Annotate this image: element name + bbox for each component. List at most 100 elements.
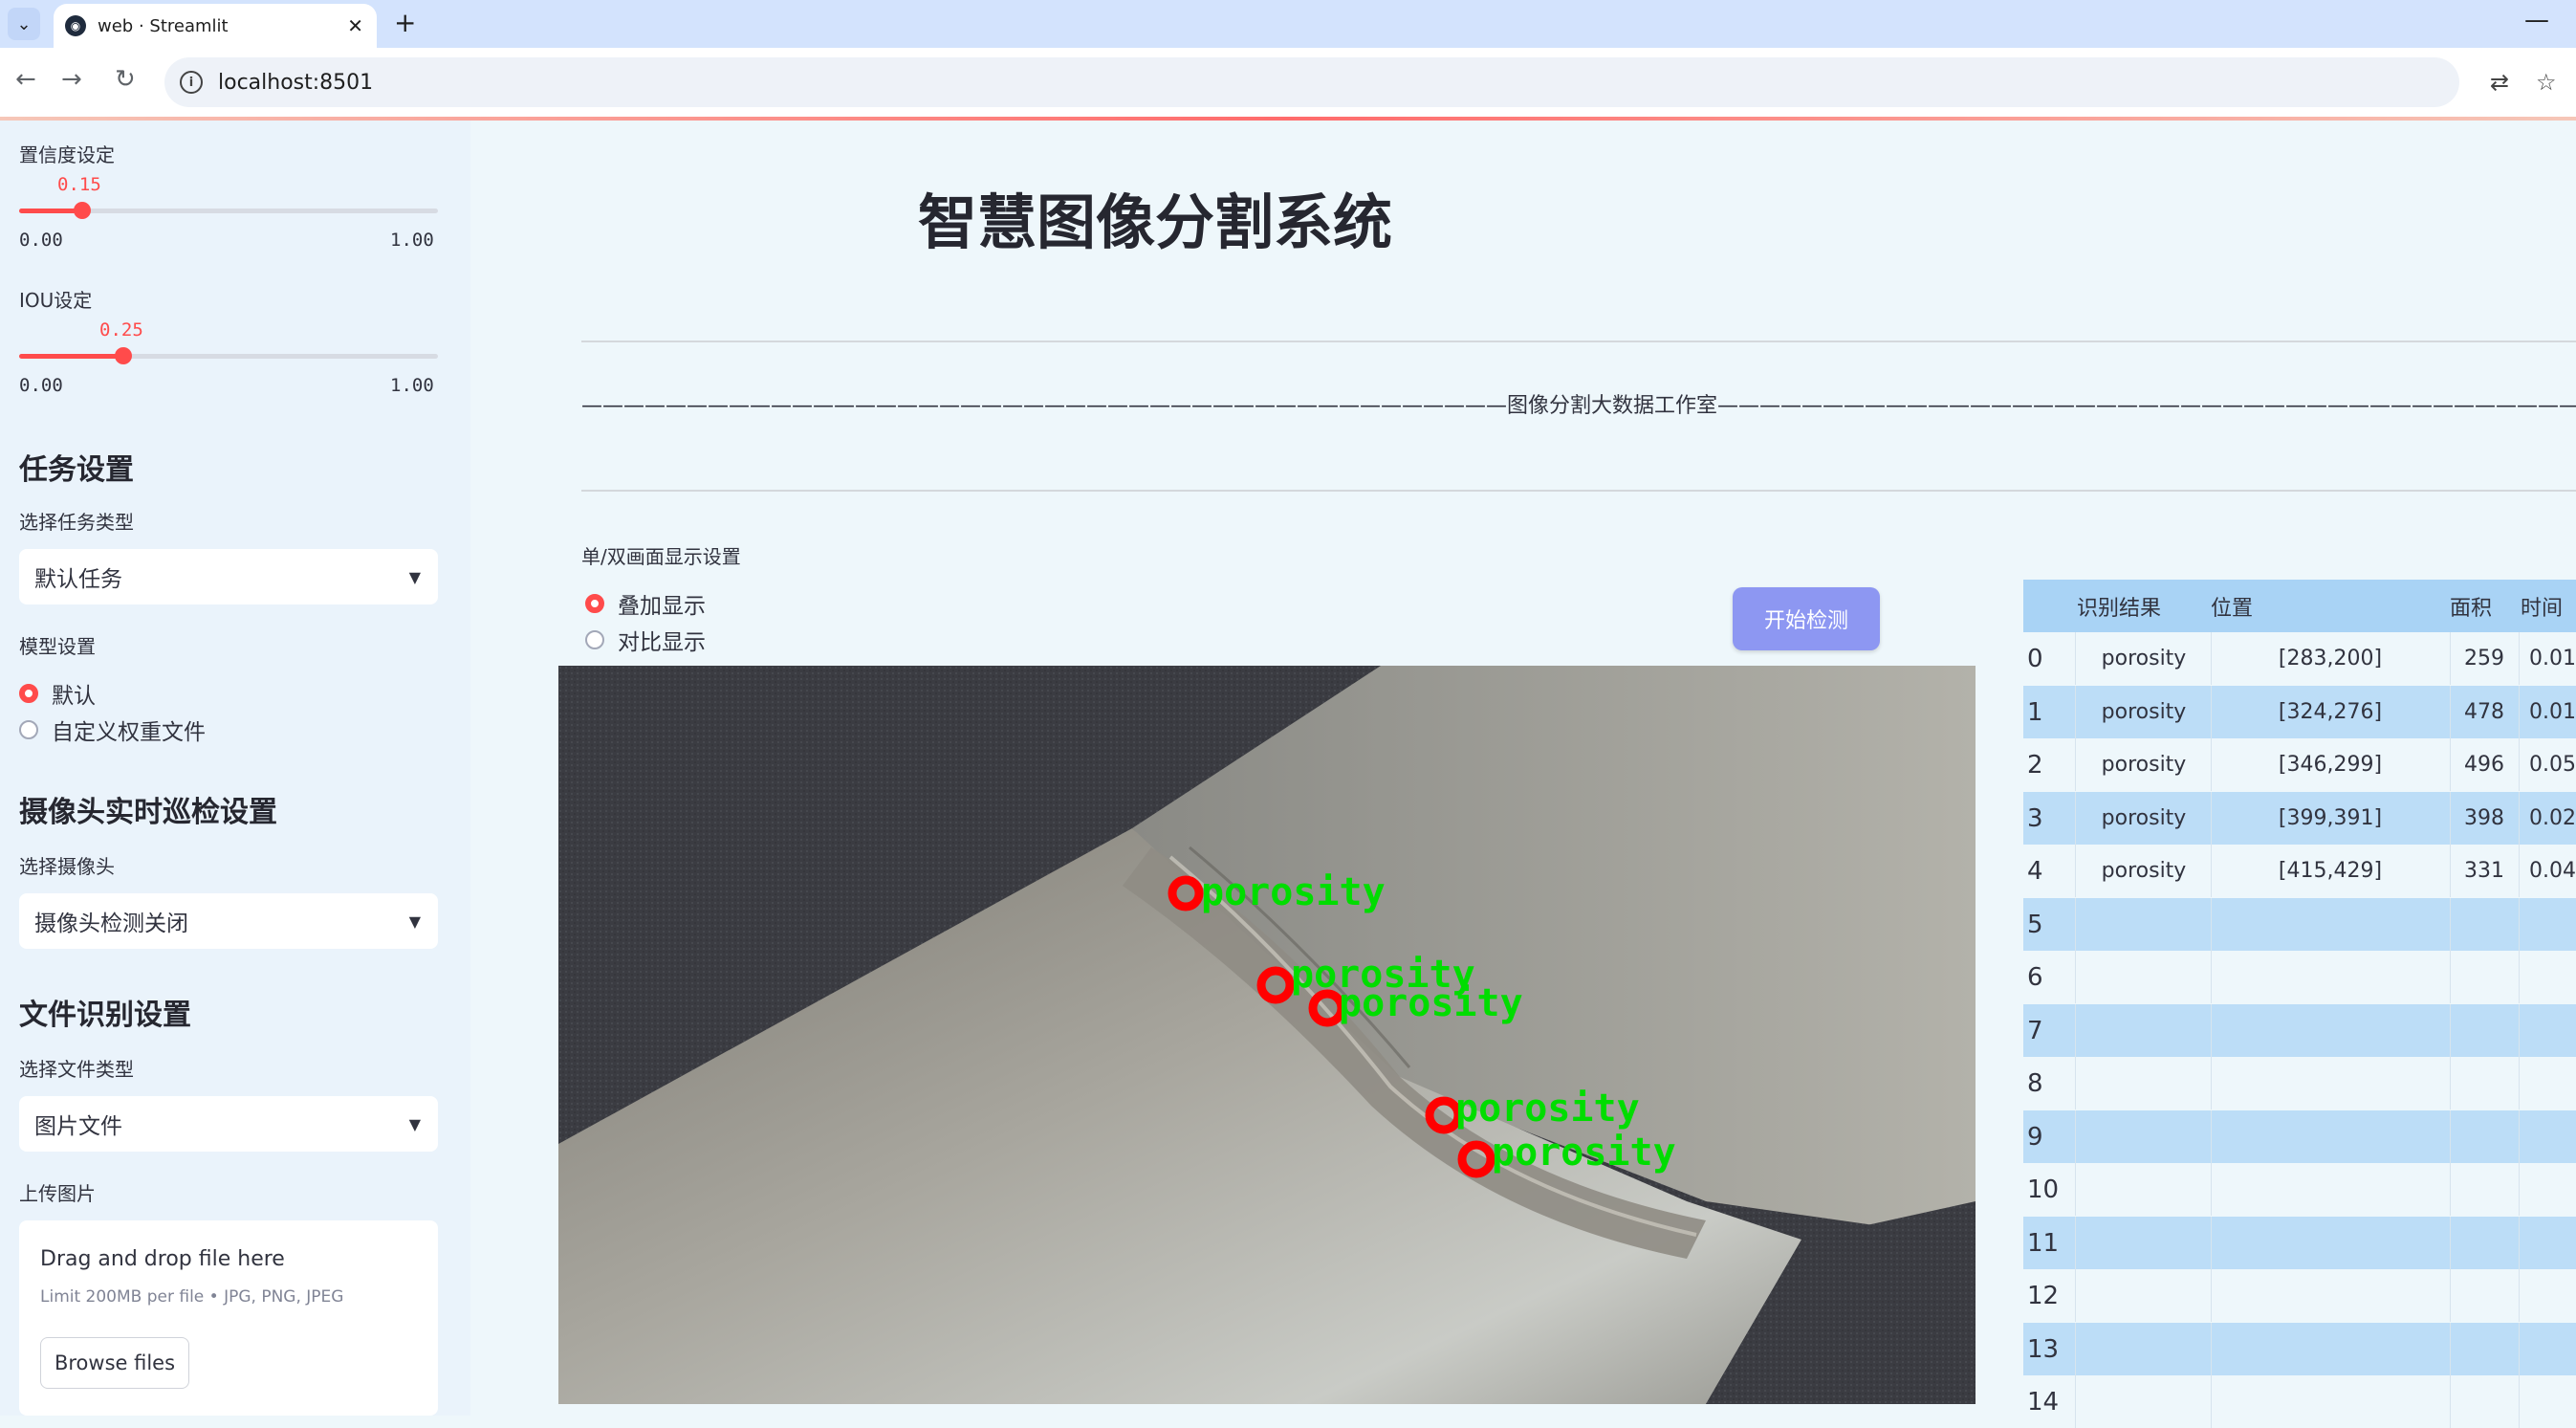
column-divider	[2450, 845, 2451, 897]
task-type-select[interactable]: 默认任务 ▼	[19, 549, 438, 604]
column-divider	[2450, 1163, 2451, 1216]
column-divider	[2450, 738, 2451, 791]
cell-area: 331	[2464, 859, 2504, 883]
column-divider	[2450, 951, 2451, 1003]
studio-banner: ————————————————————————————————————————…	[581, 394, 2576, 418]
column-divider	[2519, 792, 2520, 845]
column-divider	[2075, 738, 2076, 791]
site-info-icon[interactable]: i	[180, 71, 203, 94]
cell-time	[2521, 1163, 2576, 1216]
column-divider	[2075, 1110, 2076, 1163]
column-divider	[2075, 845, 2076, 897]
table-row[interactable]: 4 porosity [415,429] 331 0.04	[2023, 845, 2576, 897]
row-index: 9	[2027, 1122, 2043, 1152]
streamlit-favicon-icon: ◉	[65, 15, 86, 36]
column-divider	[2519, 1057, 2520, 1109]
bookmark-star-icon[interactable]: ☆	[2536, 69, 2557, 96]
table-row[interactable]: 14	[2023, 1375, 2576, 1428]
row-index: 7	[2027, 1016, 2043, 1045]
tab-search-icon[interactable]: ⌄	[8, 8, 40, 40]
col-header-result[interactable]: 识别结果	[2077, 580, 2211, 632]
column-divider	[2211, 1217, 2212, 1269]
cell-time	[2521, 898, 2576, 951]
iou-max: 1.00	[390, 375, 434, 396]
col-header-area[interactable]: 面积	[2450, 580, 2519, 632]
divider-line	[581, 490, 2576, 492]
column-divider	[2075, 1375, 2076, 1428]
column-divider	[2075, 1217, 2076, 1269]
forward-arrow-icon[interactable]: →	[61, 65, 82, 94]
table-row[interactable]: 2 porosity [346,299] 496 0.05	[2023, 738, 2576, 791]
col-header-time[interactable]: 时间	[2521, 580, 2576, 632]
file-type-select[interactable]: 图片文件 ▼	[19, 1096, 438, 1152]
cell-result: porosity	[2101, 753, 2187, 777]
column-divider	[2450, 1217, 2451, 1269]
translate-icon[interactable]: ⇄	[2490, 69, 2509, 96]
table-row[interactable]: 10	[2023, 1163, 2576, 1216]
detection-label: porosity	[1201, 870, 1386, 914]
display-option-overlay[interactable]: 叠加显示	[585, 587, 706, 620]
display-mode-label: 单/双画面显示设置	[581, 545, 741, 568]
table-row[interactable]: 12	[2023, 1269, 2576, 1322]
row-index: 10	[2027, 1175, 2060, 1204]
tab-close-icon[interactable]: ✕	[347, 14, 363, 37]
window-minimize-icon[interactable]: —	[2524, 6, 2549, 34]
cell-position: [324,276]	[2278, 700, 2383, 724]
iou-slider[interactable]	[19, 347, 438, 364]
table-row[interactable]: 1 porosity [324,276] 478 0.01	[2023, 686, 2576, 738]
table-row[interactable]: 11	[2023, 1217, 2576, 1269]
start-detection-button[interactable]: 开始检测	[1733, 587, 1880, 650]
new-tab-icon[interactable]: +	[394, 7, 416, 38]
table-row[interactable]: 8	[2023, 1057, 2576, 1109]
cell-position	[2211, 1110, 2450, 1163]
table-row[interactable]: 7	[2023, 1004, 2576, 1057]
reload-icon[interactable]: ↻	[115, 65, 136, 94]
column-divider	[2075, 1057, 2076, 1109]
column-divider	[2211, 632, 2212, 685]
table-row[interactable]: 6	[2023, 951, 2576, 1003]
browser-tab[interactable]: ◉ web · Streamlit ✕	[54, 4, 377, 48]
confidence-label: 置信度设定	[19, 143, 115, 166]
table-row[interactable]: 9	[2023, 1110, 2576, 1163]
browse-files-button[interactable]: Browse files	[40, 1337, 189, 1389]
table-header-row: 识别结果 位置 面积 时间	[2023, 580, 2576, 632]
cell-result	[2077, 1323, 2211, 1375]
cell-area	[2450, 1110, 2519, 1163]
file-type-label: 选择文件类型	[19, 1058, 134, 1081]
back-arrow-icon[interactable]: ←	[15, 65, 36, 94]
cell-position	[2211, 1217, 2450, 1269]
table-row[interactable]: 5	[2023, 898, 2576, 951]
column-divider	[2211, 1375, 2212, 1428]
iou-slider-thumb[interactable]	[115, 347, 132, 364]
column-divider	[2519, 686, 2520, 738]
table-row[interactable]: 13	[2023, 1323, 2576, 1375]
file-dropzone[interactable]: Drag and drop file here Limit 200MB per …	[19, 1220, 438, 1416]
column-divider	[2075, 1323, 2076, 1375]
column-divider	[2075, 1004, 2076, 1057]
column-divider	[2075, 632, 2076, 685]
cell-area	[2450, 1004, 2519, 1057]
column-divider	[2519, 738, 2520, 791]
address-bar[interactable]: i localhost:8501	[164, 57, 2459, 107]
table-row[interactable]: 0 porosity [283,200] 259 0.01	[2023, 632, 2576, 685]
column-divider	[2450, 898, 2451, 951]
row-index: 8	[2027, 1068, 2043, 1098]
cell-result: porosity	[2101, 806, 2187, 830]
column-divider	[2450, 1057, 2451, 1109]
cell-time	[2521, 1004, 2576, 1057]
cell-area	[2450, 1375, 2519, 1428]
radio-unselected-icon	[585, 630, 604, 649]
model-option-default[interactable]: 默认	[19, 677, 96, 710]
cell-result: porosity	[2101, 859, 2187, 883]
cell-result	[2077, 898, 2211, 951]
column-divider	[2211, 1004, 2212, 1057]
display-option-compare[interactable]: 对比显示	[585, 624, 706, 656]
table-row[interactable]: 3 porosity [399,391] 398 0.02	[2023, 792, 2576, 845]
column-divider	[2075, 951, 2076, 1003]
model-option-custom[interactable]: 自定义权重文件	[19, 714, 206, 746]
row-index: 2	[2027, 750, 2043, 780]
cell-area	[2450, 1217, 2519, 1269]
col-header-position[interactable]: 位置	[2211, 580, 2450, 632]
camera-select[interactable]: 摄像头检测关闭 ▼	[19, 893, 438, 949]
radio-unselected-icon	[19, 720, 38, 739]
